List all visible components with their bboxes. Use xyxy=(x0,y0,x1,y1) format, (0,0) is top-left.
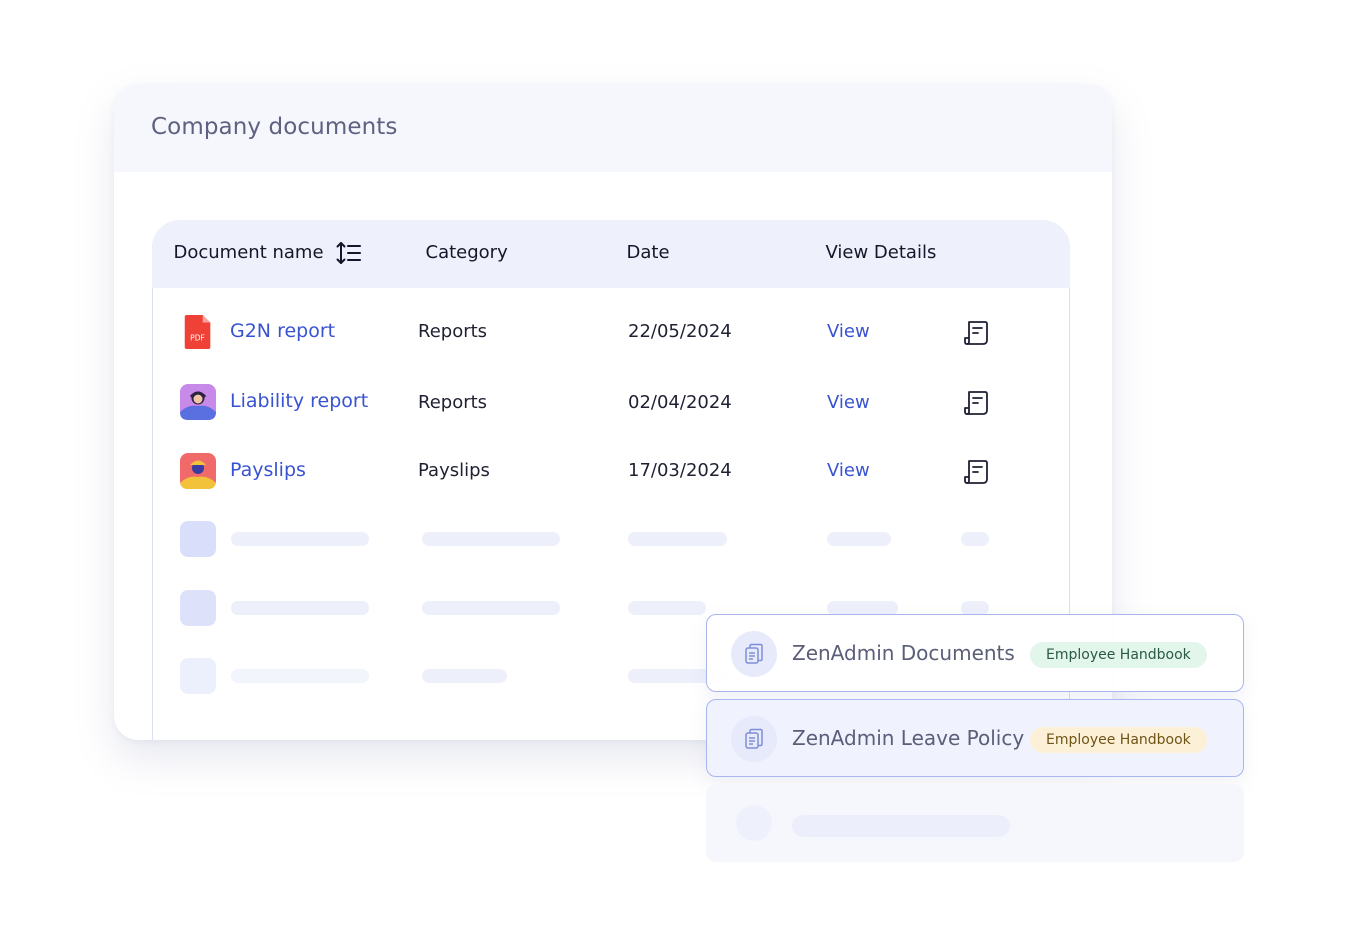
employee-handbook-tag: Employee Handbook xyxy=(1030,642,1207,668)
document-details-icon[interactable] xyxy=(963,459,989,485)
skeleton-bar xyxy=(628,601,706,615)
document-icon-wrap xyxy=(731,716,777,762)
view-link[interactable]: View xyxy=(827,460,870,481)
column-header-date: Date xyxy=(626,242,670,263)
copy-document-icon xyxy=(745,728,763,749)
table-row: PDF G2N report Reports 22/05/2024 View xyxy=(153,300,1071,360)
table-header: Document name Category Date View Details xyxy=(151,220,1070,288)
document-details-icon[interactable] xyxy=(963,320,989,346)
skeleton-bar xyxy=(231,532,369,546)
skeleton-bar xyxy=(961,601,989,615)
document-icon-wrap xyxy=(731,631,777,677)
table-row: Payslips Payslips 17/03/2024 View xyxy=(153,439,1071,499)
date-cell: 17/03/2024 xyxy=(628,460,732,481)
pdf-icon-label: PDF xyxy=(190,334,205,343)
avatar-red-icon xyxy=(180,453,216,489)
skeleton-row xyxy=(153,506,1071,566)
document-link-payslips[interactable]: Payslips xyxy=(230,459,306,481)
skeleton-icon xyxy=(180,521,216,557)
category-cell: Payslips xyxy=(418,460,490,481)
column-header-view-details: View Details xyxy=(825,242,937,263)
document-link-g2n-report[interactable]: G2N report xyxy=(230,320,335,342)
page-title: Company documents xyxy=(151,114,398,140)
skeleton-bar xyxy=(231,669,369,683)
view-link[interactable]: View xyxy=(827,392,870,413)
column-header-document-name: Document name xyxy=(173,242,324,263)
card-header: Company documents xyxy=(114,84,1112,172)
floating-skeleton-card xyxy=(706,784,1244,862)
employee-handbook-tag: Employee Handbook xyxy=(1030,727,1207,753)
document-details-icon[interactable] xyxy=(963,390,989,416)
skeleton-bar xyxy=(961,532,989,546)
skeleton-icon xyxy=(180,658,216,694)
category-cell: Reports xyxy=(418,392,488,413)
skeleton-bar xyxy=(792,815,1010,837)
skeleton-bar xyxy=(231,601,369,615)
skeleton-icon xyxy=(736,805,772,841)
sort-icon[interactable] xyxy=(336,241,362,265)
view-link[interactable]: View xyxy=(827,321,870,342)
date-cell: 22/05/2024 xyxy=(628,321,732,342)
skeleton-bar xyxy=(422,532,560,546)
column-header-category: Category xyxy=(425,242,508,263)
skeleton-bar xyxy=(422,669,507,683)
document-link-liability-report[interactable]: Liability report xyxy=(230,390,368,412)
copy-document-icon xyxy=(745,643,763,664)
skeleton-bar xyxy=(827,532,891,546)
skeleton-bar xyxy=(827,601,898,615)
floating-card-title: ZenAdmin Documents xyxy=(792,641,1015,665)
date-cell: 02/04/2024 xyxy=(628,392,732,413)
floating-document-card[interactable]: ZenAdmin Leave Policy Employee Handbook xyxy=(706,699,1244,777)
category-cell: Reports xyxy=(418,321,488,342)
floating-card-title: ZenAdmin Leave Policy xyxy=(792,726,1025,750)
floating-document-card[interactable]: ZenAdmin Documents Employee Handbook xyxy=(706,614,1244,692)
skeleton-bar xyxy=(628,532,727,546)
table-row: Liability report Reports 02/04/2024 View xyxy=(153,370,1071,430)
skeleton-bar xyxy=(422,601,560,615)
skeleton-icon xyxy=(180,590,216,626)
avatar-purple-icon xyxy=(180,384,216,420)
pdf-icon: PDF xyxy=(184,314,211,350)
